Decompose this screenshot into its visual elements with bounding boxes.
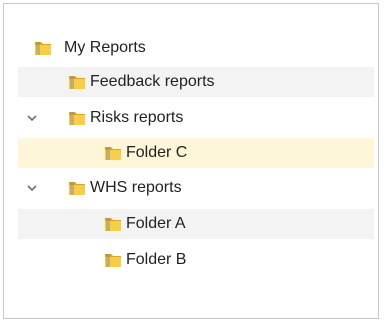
chevron-down-icon[interactable] xyxy=(26,112,38,124)
tree-node-risks-reports[interactable]: Risks reports xyxy=(18,103,374,133)
folder-tree-panel: My Reports Feedback reports Risks report… xyxy=(3,3,379,319)
tree-node-label: Feedback reports xyxy=(90,73,215,90)
folder-icon xyxy=(69,182,85,195)
tree-node-feedback-reports[interactable]: Feedback reports xyxy=(18,67,374,97)
folder-icon xyxy=(105,218,121,231)
tree-node-label: My Reports xyxy=(64,39,146,56)
folder-icon xyxy=(35,42,51,55)
folder-icon xyxy=(69,76,85,89)
tree-node-folder-a[interactable]: Folder A xyxy=(18,209,374,239)
tree-node-folder-c[interactable]: Folder C xyxy=(18,138,374,168)
folder-icon xyxy=(105,254,121,267)
folder-icon xyxy=(69,112,85,125)
tree-node-folder-b[interactable]: Folder B xyxy=(18,245,374,275)
chevron-down-icon[interactable] xyxy=(26,182,38,194)
tree-node-my-reports[interactable]: My Reports xyxy=(18,33,374,63)
tree-node-label: Folder A xyxy=(126,215,186,232)
tree-node-label: Folder C xyxy=(126,144,188,161)
tree-node-label: Folder B xyxy=(126,251,187,268)
folder-icon xyxy=(105,147,121,160)
tree-node-whs-reports[interactable]: WHS reports xyxy=(18,173,374,203)
tree-node-label: WHS reports xyxy=(90,179,182,196)
tree-node-label: Risks reports xyxy=(90,109,184,126)
